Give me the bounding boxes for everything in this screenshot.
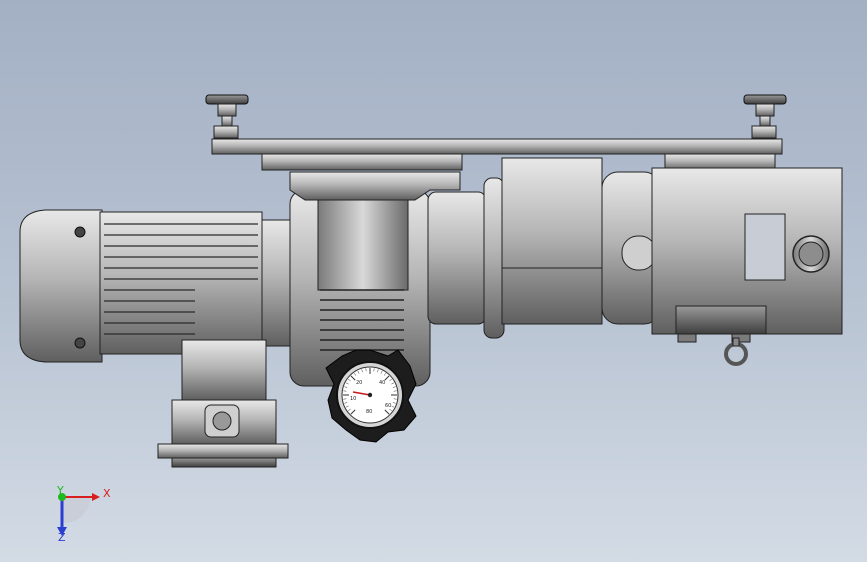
leveling-foot-left xyxy=(205,94,249,139)
gauge-scale-label-2: 40 xyxy=(379,380,385,386)
top-mounting-plate xyxy=(211,138,783,171)
pressure-gauge: 20 40 60 80 10 xyxy=(336,361,404,429)
x-axis-arrowhead xyxy=(92,493,100,501)
leveling-foot-right xyxy=(743,94,787,139)
gauge-scale-label-3: 60 xyxy=(385,403,391,409)
coordinate-triad[interactable]: X Y Z xyxy=(56,484,111,544)
gauge-scale-label-1: 20 xyxy=(356,380,362,386)
y-axis-label: Y xyxy=(56,484,64,497)
outlet-port xyxy=(792,235,830,273)
electric-motor xyxy=(19,209,293,363)
coupling-block xyxy=(501,157,603,325)
z-axis-label: Z xyxy=(58,531,66,544)
lower-gearbox xyxy=(157,339,289,468)
x-axis-label: X xyxy=(103,487,111,500)
gauge-scale-label-5: 10 xyxy=(350,396,356,402)
assembly-drawing[interactable]: 20 40 60 80 10 X Y Z xyxy=(0,0,867,562)
gauge-scale-label-4: 80 xyxy=(366,409,372,415)
cad-viewport[interactable]: 20 40 60 80 10 X Y Z xyxy=(0,0,867,562)
